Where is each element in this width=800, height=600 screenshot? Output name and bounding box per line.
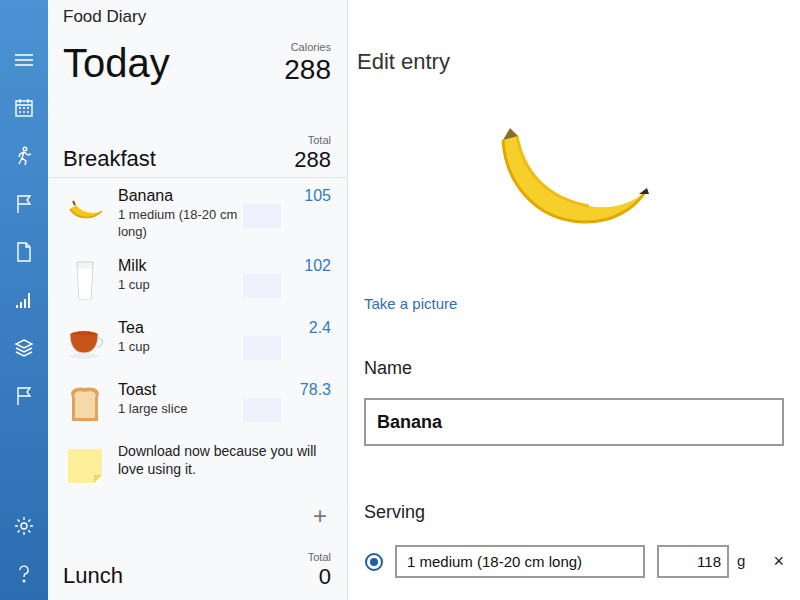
edit-panel: Edit entryTake a pictureNameServingg× bbox=[348, 0, 800, 600]
note-entry[interactable]: Download now because you will love using… bbox=[48, 434, 347, 494]
food-calories: 105 bbox=[281, 186, 331, 206]
flag-icon[interactable] bbox=[0, 372, 48, 420]
calorie-bar bbox=[243, 398, 281, 422]
food-entry[interactable]: Milk1 cup 102 bbox=[48, 248, 347, 310]
layers-icon[interactable] bbox=[0, 324, 48, 372]
tea-icon bbox=[63, 320, 107, 364]
banana-icon bbox=[63, 188, 107, 232]
radio-dot bbox=[370, 558, 378, 566]
food-calories: 102 bbox=[281, 256, 331, 276]
meal-header: Breakfast Total288 bbox=[48, 130, 347, 178]
calendar-icon[interactable] bbox=[0, 84, 48, 132]
food-calories: 78.3 bbox=[281, 380, 331, 400]
total-label: Total bbox=[308, 133, 331, 147]
food-entry[interactable]: Tea1 cup 2.4 bbox=[48, 310, 347, 372]
meal-name: Lunch bbox=[63, 562, 123, 590]
meal-total: 0 bbox=[319, 564, 331, 590]
name-field[interactable] bbox=[364, 398, 784, 446]
sticky-note-icon bbox=[63, 442, 107, 486]
flag-icon[interactable] bbox=[0, 180, 48, 228]
calorie-bar bbox=[243, 336, 281, 360]
food-name: Toast bbox=[118, 380, 238, 400]
food-entry[interactable]: Toast1 large slice 78.3 bbox=[48, 372, 347, 434]
serving-row: g× bbox=[348, 545, 800, 578]
day-title[interactable]: Today bbox=[63, 38, 170, 88]
name-label: Name bbox=[348, 356, 800, 380]
food-serving: 1 cup bbox=[118, 338, 238, 355]
serving-label: Serving bbox=[348, 500, 800, 524]
help-icon[interactable] bbox=[0, 550, 48, 598]
serving-radio[interactable] bbox=[365, 553, 383, 571]
food-calories: 2.4 bbox=[281, 318, 331, 338]
add-button[interactable]: + bbox=[311, 502, 329, 530]
take-picture-link[interactable]: Take a picture bbox=[364, 294, 457, 314]
food-name: Tea bbox=[118, 318, 238, 338]
app-title: Food Diary bbox=[63, 6, 331, 28]
milk-icon bbox=[63, 258, 107, 302]
note-text: Download now because you will love using… bbox=[118, 442, 337, 478]
calories-total: 288 bbox=[284, 54, 331, 86]
meal-total: 288 bbox=[294, 147, 331, 173]
unit-label: g bbox=[737, 550, 745, 573]
grams-field[interactable] bbox=[657, 545, 729, 578]
food-serving: 1 large slice bbox=[118, 400, 238, 417]
food-serving: 1 medium (18-20 cm long) bbox=[118, 206, 238, 240]
running-icon[interactable] bbox=[0, 132, 48, 180]
gear-icon[interactable] bbox=[0, 502, 48, 550]
sidebar bbox=[0, 0, 48, 600]
meal-name: Breakfast bbox=[63, 145, 156, 173]
calories-label: Calories bbox=[291, 40, 331, 54]
food-photo bbox=[348, 126, 800, 248]
toast-icon bbox=[63, 382, 107, 426]
food-entry[interactable]: Banana1 medium (18-20 cm long) 105 bbox=[48, 178, 347, 248]
remove-serving-button[interactable]: × bbox=[771, 548, 786, 575]
calorie-bar bbox=[243, 274, 281, 298]
food-name: Milk bbox=[118, 256, 238, 276]
food-name: Banana bbox=[118, 186, 238, 206]
chart-icon[interactable] bbox=[0, 276, 48, 324]
calorie-bar bbox=[243, 204, 281, 228]
editor-title: Edit entry bbox=[348, 48, 800, 76]
diary-panel: Food DiaryTodayCalories288BreakfastTotal… bbox=[48, 0, 348, 600]
meal-header: Lunch Total0 bbox=[48, 538, 347, 594]
menu-icon[interactable] bbox=[0, 36, 48, 84]
food-serving: 1 cup bbox=[118, 276, 238, 293]
document-icon[interactable] bbox=[0, 228, 48, 276]
serving-field[interactable] bbox=[395, 545, 645, 578]
total-label: Total bbox=[308, 550, 331, 564]
